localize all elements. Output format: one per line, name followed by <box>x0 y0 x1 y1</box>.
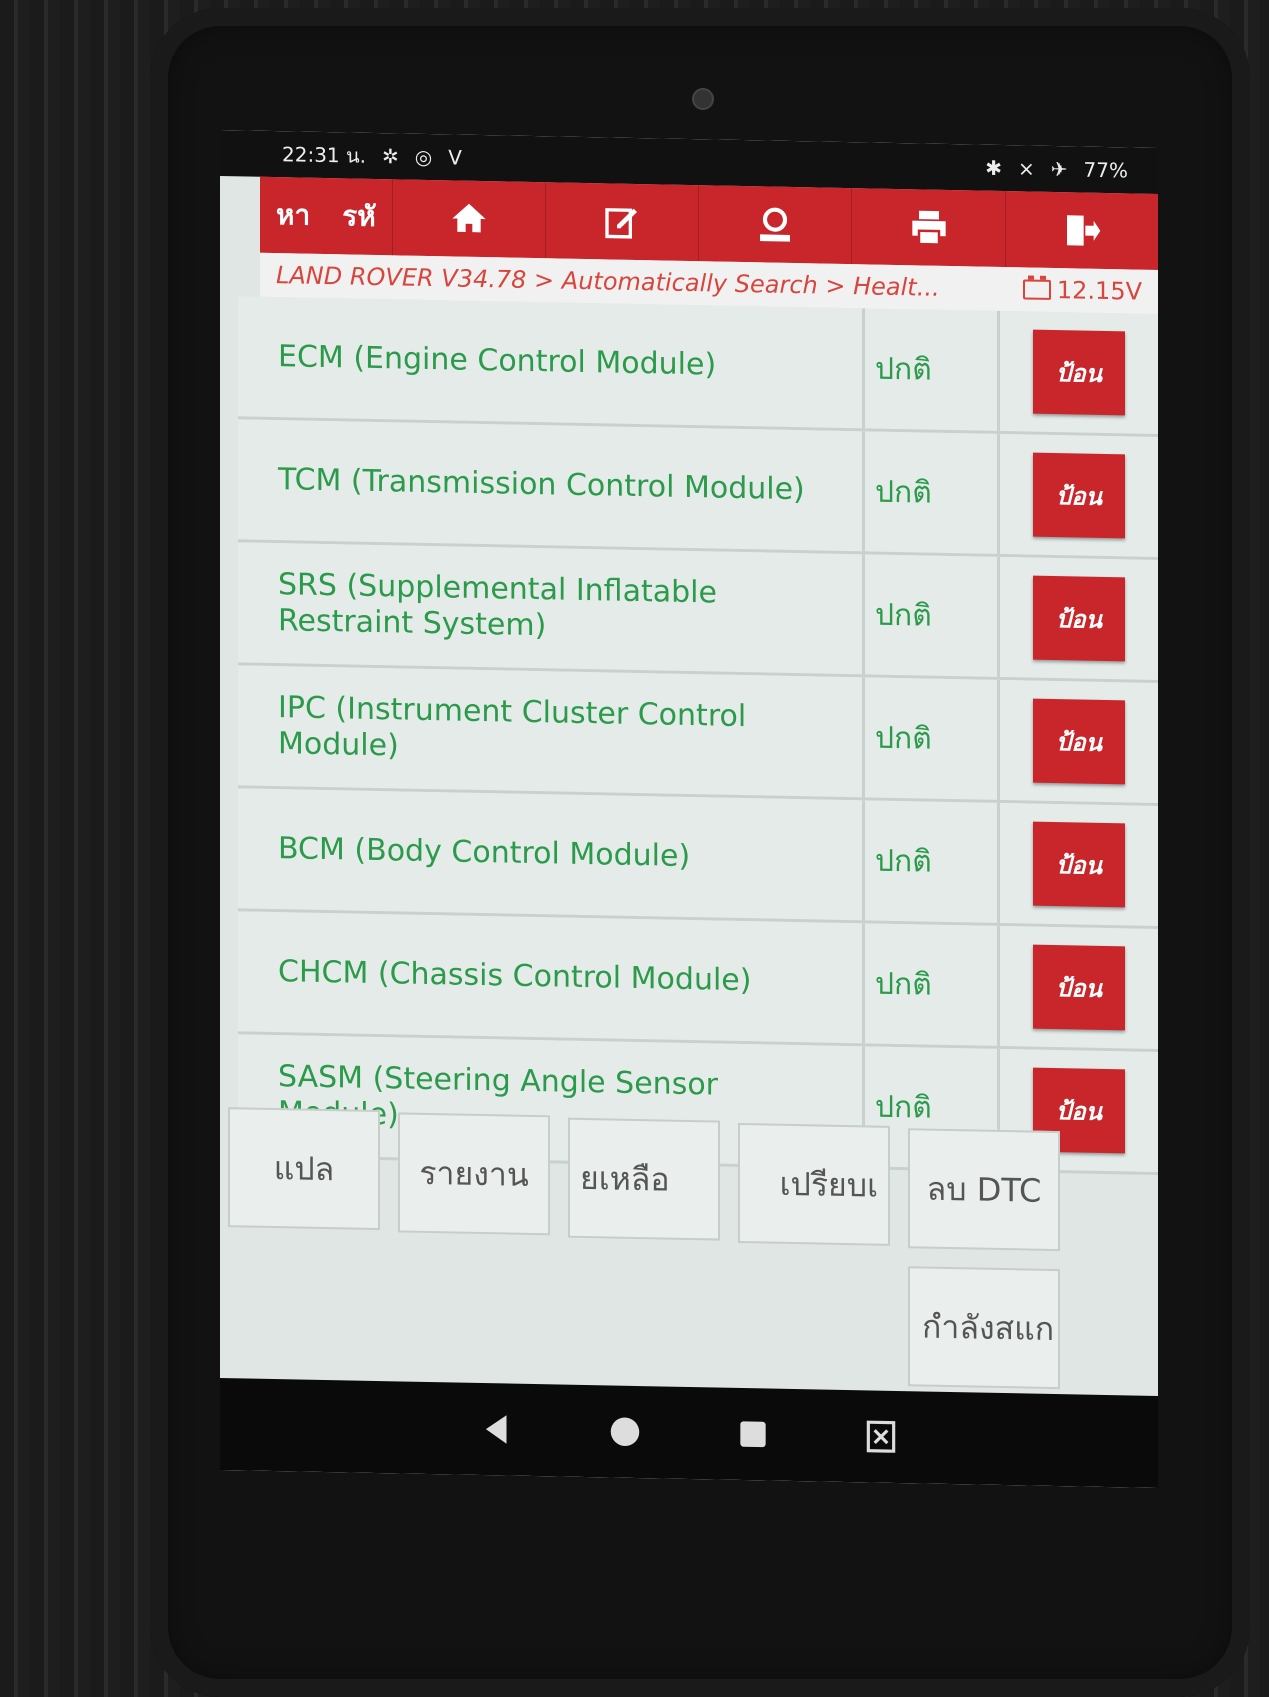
enter-button[interactable]: ป้อน <box>1033 821 1125 908</box>
home-icon <box>452 203 486 233</box>
system-nav-bar <box>220 1378 1158 1489</box>
module-action-cell: ป้อน <box>1000 926 1158 1049</box>
notification-icon: ◎ <box>414 144 433 170</box>
breadcrumb-path: LAND ROVER V34.78 > Automatically Search… <box>276 261 940 302</box>
enter-button[interactable]: ป้อน <box>1033 575 1125 662</box>
module-name: SRS (Supplemental Inflatable Restraint S… <box>238 542 865 675</box>
module-status: ปกติ <box>865 923 1000 1046</box>
module-row: BCM (Body Control Module) ปกติ ป้อน <box>238 788 1158 930</box>
module-status: ปกติ <box>865 554 1000 677</box>
module-status: ปกติ <box>865 431 1000 554</box>
edit-icon <box>605 208 638 239</box>
module-row: ECM (Engine Control Module) ปกติ ป้อน <box>238 296 1158 438</box>
status-left: 22:31 น. ✲ ◎ ᐯ <box>282 138 462 173</box>
enter-button[interactable]: ป้อน <box>1033 944 1125 1031</box>
home-button[interactable] <box>391 179 545 259</box>
module-name: ECM (Engine Control Module) <box>238 296 865 429</box>
module-row: CHCM (Chassis Control Module) ปกติ ป้อน <box>238 911 1158 1053</box>
voltage-value: 12.15V <box>1056 276 1142 306</box>
settings-gear-icon: ✲ <box>382 144 399 169</box>
module-name: CHCM (Chassis Control Module) <box>238 911 865 1044</box>
back-icon[interactable] <box>478 1410 516 1449</box>
print-button[interactable] <box>851 188 1005 268</box>
mute-icon: ⨯ <box>1018 156 1035 181</box>
module-action-cell: ป้อน <box>1000 803 1158 926</box>
screenshot-icon[interactable] <box>862 1417 900 1456</box>
clock: 22:31 น. <box>282 142 367 168</box>
module-status: ปกติ <box>865 677 1000 800</box>
user-button[interactable] <box>698 185 852 265</box>
status-right: ✱ ⨯ ✈ 77% <box>985 156 1128 183</box>
search-tab[interactable]: หา <box>260 193 326 238</box>
module-status: ปกติ <box>865 308 1000 431</box>
front-camera <box>692 88 714 110</box>
module-name: TCM (Transmission Control Module) <box>238 419 865 552</box>
usb-icon: ᐯ <box>448 145 462 170</box>
enter-button[interactable]: ป้อน <box>1033 452 1125 539</box>
scanning-button[interactable]: กำลังสแก <box>908 1266 1060 1390</box>
module-action-cell: ป้อน <box>1000 311 1158 434</box>
exit-icon <box>1066 215 1101 246</box>
module-action-cell: ป้อน <box>1000 680 1158 803</box>
module-status: ปกติ <box>865 800 1000 923</box>
voltage-readout: 12.15V <box>1022 275 1142 306</box>
enter-button[interactable]: ป้อน <box>1033 329 1125 416</box>
module-row: IPC (Instrument Cluster Control Module) … <box>238 665 1158 807</box>
edit-button[interactable] <box>544 182 699 262</box>
module-action-cell: ป้อน <box>1000 434 1158 557</box>
module-row: SRS (Supplemental Inflatable Restraint S… <box>238 542 1158 684</box>
module-name: IPC (Instrument Cluster Control Module) <box>238 665 865 798</box>
exit-button[interactable] <box>1004 191 1158 271</box>
compare-button[interactable]: เปรียบเ <box>738 1122 890 1246</box>
recents-icon[interactable] <box>734 1415 772 1454</box>
code-tab[interactable]: รหั <box>326 194 392 239</box>
user-icon <box>760 207 791 242</box>
tablet-screen: 22:31 น. ✲ ◎ ᐯ ✱ ⨯ ✈ 77% หา รหั LAND ROV… <box>220 130 1158 1489</box>
module-action-cell: ป้อน <box>1000 557 1158 680</box>
battery-level: 77% <box>1083 157 1128 183</box>
clear-dtc-button[interactable]: ลบ DTC <box>908 1128 1060 1252</box>
home-circle-icon[interactable] <box>606 1412 644 1451</box>
bluetooth-icon: ✱ <box>985 155 1003 181</box>
report-button[interactable]: รายงาน <box>398 1112 550 1236</box>
battery-icon <box>1022 279 1051 300</box>
module-list: ECM (Engine Control Module) ปกติ ป้อน TC… <box>238 296 1158 1176</box>
module-row: TCM (Transmission Control Module) ปกติ ป… <box>238 419 1158 561</box>
help-button[interactable]: ยเหลือ <box>568 1117 720 1241</box>
print-icon <box>911 210 946 246</box>
airplane-icon: ✈ <box>1050 156 1068 182</box>
bottom-action-bar: แปล รายงาน ยเหลือ เปรียบเ ลบ DTC กำลังสแ… <box>220 1105 1158 1423</box>
enter-button[interactable]: ป้อน <box>1033 698 1125 785</box>
module-name: BCM (Body Control Module) <box>238 788 865 921</box>
translate-button[interactable]: แปล <box>228 1107 380 1231</box>
